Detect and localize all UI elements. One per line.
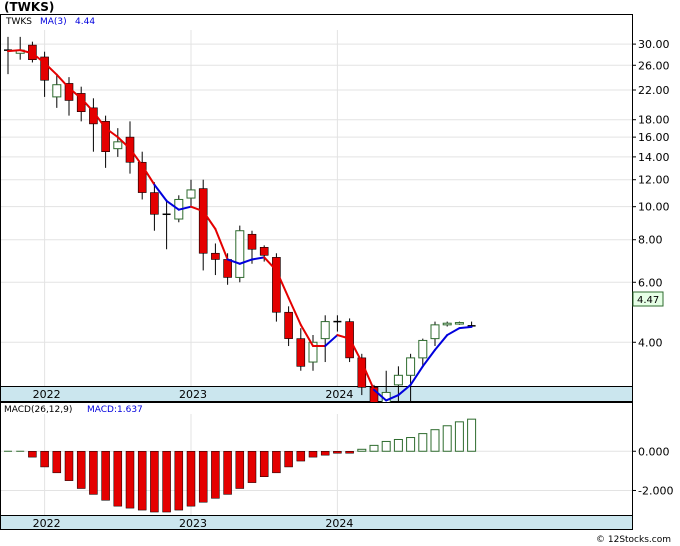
macd-bar-negative xyxy=(137,451,147,511)
macd-bar-negative xyxy=(89,451,98,495)
macd-tick-label: 0.000 xyxy=(638,445,670,458)
macd-bar-negative xyxy=(259,451,269,477)
macd-bar-negative xyxy=(76,451,86,489)
macd-bar-negative xyxy=(186,451,196,507)
price-tick-label: 14.00 xyxy=(638,151,670,164)
candle-body-down xyxy=(198,188,208,254)
candle-body-up xyxy=(406,357,416,376)
macd-bar-negative xyxy=(174,451,184,511)
price-year-label: 2022 xyxy=(33,388,61,401)
macd-bar-positive xyxy=(369,444,379,452)
candle-body-down xyxy=(296,338,306,367)
macd-bar-negative xyxy=(150,451,159,513)
candle-body-down xyxy=(272,257,281,313)
macd-bar-positive xyxy=(393,438,403,452)
price-tick-label: 4.00 xyxy=(638,336,663,349)
macd-bar-negative xyxy=(345,451,354,454)
macd-bar-negative xyxy=(40,451,49,468)
candle xyxy=(235,225,245,283)
price-tick-label: 6.00 xyxy=(638,276,663,289)
macd-bar-negative xyxy=(198,451,208,503)
macd-bar-positive xyxy=(442,425,452,452)
macd-bar-negative xyxy=(211,451,220,499)
macd-bar-negative xyxy=(113,451,123,507)
candle-body-up xyxy=(430,324,440,340)
macd-bar-negative xyxy=(320,451,330,456)
macd-bar-negative xyxy=(333,451,342,454)
candle-body-up xyxy=(454,322,464,325)
macd-bar-positive xyxy=(357,448,367,452)
macd-year-label: 2022 xyxy=(33,517,61,530)
ma-legend: MA(3) xyxy=(40,17,67,27)
macd-bar-negative xyxy=(272,451,281,474)
stock-chart: 30.00 26.00 22.00 18.00 16.00 14.00 12.00 10.00… xyxy=(0,14,673,545)
macd-bar-negative xyxy=(247,451,257,483)
macd-bar-positive xyxy=(406,437,416,452)
macd-bar-negative xyxy=(223,451,232,495)
macd-bar-negative xyxy=(235,451,245,489)
price-tick-label: 22.00 xyxy=(638,84,670,97)
last-price-value: 4.47 xyxy=(637,295,659,306)
candle-body-down xyxy=(223,259,232,278)
candle-body-down xyxy=(211,252,220,260)
macd-bar-positive xyxy=(454,421,464,452)
macd-bar-positive xyxy=(430,429,440,452)
candle-body-down xyxy=(259,246,269,256)
macd-x-axis-band xyxy=(0,515,633,530)
price-tick-label: 16.00 xyxy=(638,131,670,144)
macd-year-label: 2023 xyxy=(179,517,207,530)
macd-year-label: 2024 xyxy=(325,517,353,530)
macd-bar-negative xyxy=(64,451,74,481)
ma-value-legend: 4.44 xyxy=(75,17,95,27)
macd-bar-negative xyxy=(296,451,306,462)
price-year-label: 2023 xyxy=(179,388,207,401)
price-tick-label: 10.00 xyxy=(638,201,670,214)
candle-body-down xyxy=(150,192,159,215)
macd-bar-negative xyxy=(125,451,135,509)
price-tick-label: 30.00 xyxy=(638,38,670,51)
macd-legend: MACD(26,12,9) xyxy=(4,405,72,415)
macd-bar-negative xyxy=(162,451,171,513)
macd-bar-positive xyxy=(381,440,391,452)
macd-bar-negative xyxy=(101,451,110,501)
price-x-axis-band xyxy=(0,386,633,402)
macd-value-legend: MACD:1.637 xyxy=(87,405,143,415)
candle-body-up xyxy=(418,339,428,359)
candle xyxy=(454,321,464,325)
ma-segment xyxy=(458,325,473,330)
ma-segment xyxy=(7,49,22,53)
candle-body-up xyxy=(393,374,403,386)
macd-bar-positive xyxy=(467,418,477,452)
price-tick-label: 18.00 xyxy=(638,114,670,127)
candle-body-up xyxy=(320,321,330,340)
price-tick-label: 26.00 xyxy=(638,59,670,72)
macd-tick-label: -2.000 xyxy=(638,484,673,497)
candle-body-up xyxy=(113,141,123,150)
candle-body-up xyxy=(235,230,245,278)
macd-bar-positive xyxy=(418,433,428,452)
ticker-legend: TWKS xyxy=(5,17,32,27)
candle-body-up xyxy=(52,84,62,98)
price-tick-label: 8.00 xyxy=(638,234,663,247)
price-tick-label: 12.00 xyxy=(638,174,670,187)
price-year-label: 2024 xyxy=(325,388,353,401)
candle-body-up xyxy=(186,189,196,199)
candle-body-down xyxy=(284,311,293,339)
macd-bar-negative xyxy=(308,451,318,458)
macd-bar-negative xyxy=(52,451,62,474)
macd-bar-negative xyxy=(284,451,293,468)
macd-bar-negative xyxy=(28,451,37,458)
candle-body-up xyxy=(442,322,452,326)
candle xyxy=(272,253,281,322)
candle-body-down xyxy=(247,233,257,250)
watermark: © 12Stocks.com xyxy=(596,535,671,545)
